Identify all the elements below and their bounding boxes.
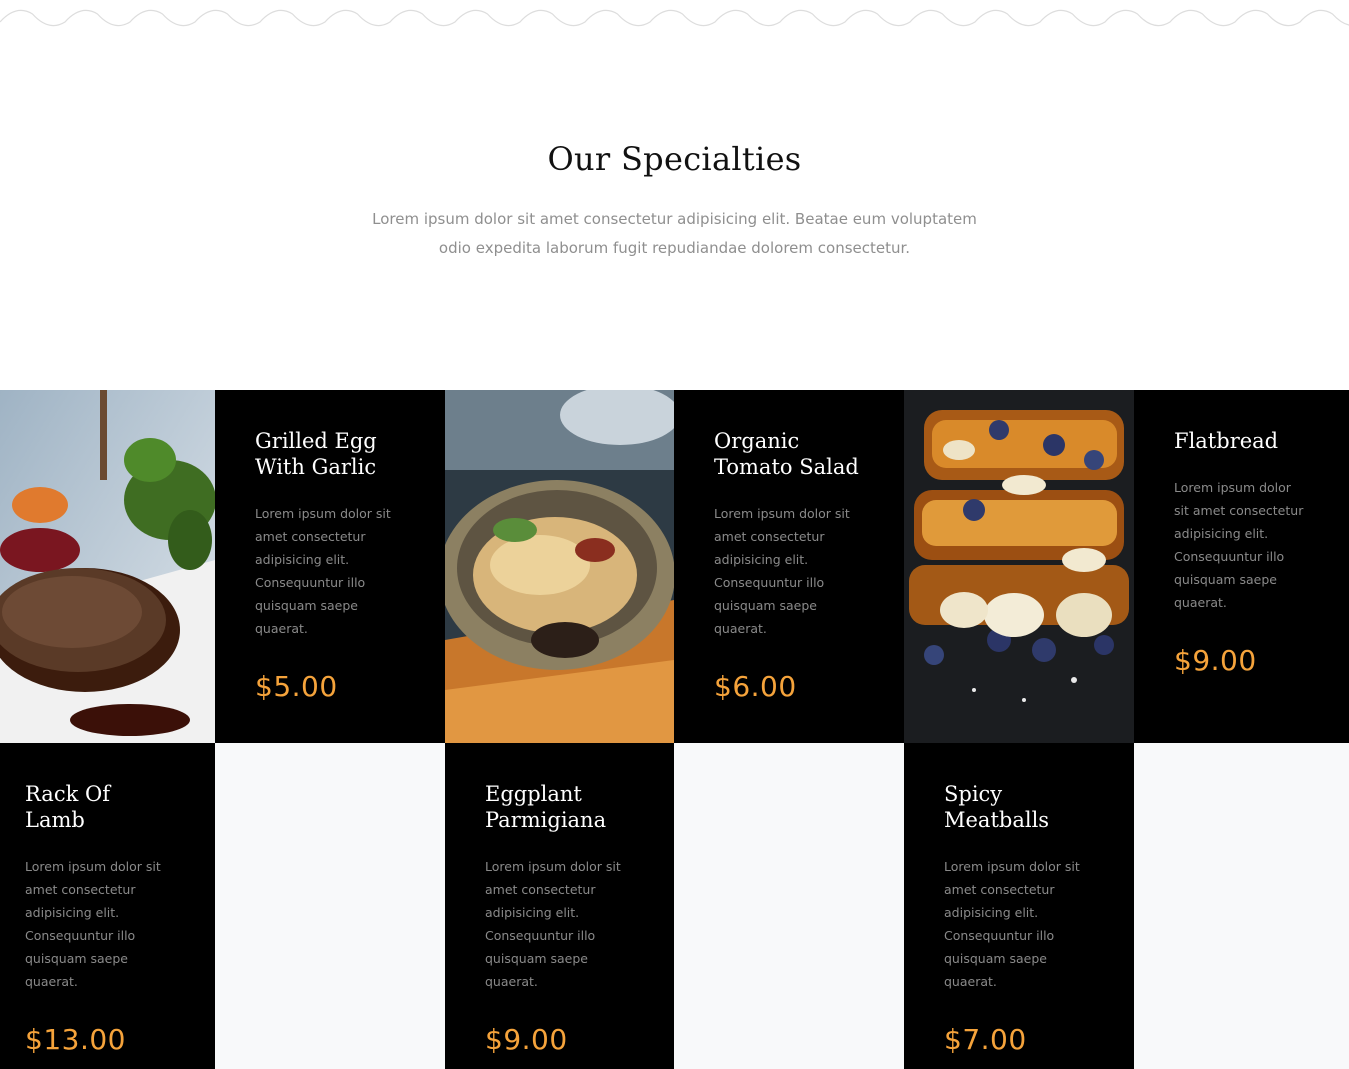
- dish-name: Rack Of Lamb: [25, 782, 110, 832]
- dish-price: $6.00: [714, 670, 797, 703]
- dish-description: Lorem ipsum dolor sit amet consectetur a…: [1174, 480, 1304, 610]
- section-title: Our Specialties: [547, 140, 802, 178]
- dish-photo-pasta: [445, 390, 674, 743]
- dish-description: Lorem ipsum dolor sit amet consectetur a…: [255, 506, 391, 636]
- dish-name: Flatbread: [1174, 429, 1279, 453]
- dish-price: $7.00: [944, 1023, 1027, 1056]
- dish-description: Lorem ipsum dolor sit amet consectetur a…: [25, 859, 161, 989]
- dish-price: $5.00: [255, 670, 338, 703]
- dish-card-organic-tomato-salad[interactable]: Organic Tomato Salad Lorem ipsum dolor si…: [674, 390, 904, 743]
- dish-description: Lorem ipsum dolor sit amet consectetur a…: [714, 506, 850, 636]
- dish-description: Lorem ipsum dolor sit amet consectetur a…: [485, 859, 621, 989]
- dish-description: Lorem ipsum dolor sit amet consectetur a…: [944, 859, 1080, 989]
- dish-name: Spicy Meatballs: [944, 782, 1050, 832]
- wave-divider: [0, 9, 1349, 27]
- image-placeholder: [674, 743, 904, 1069]
- dish-photo-french-toast: [904, 390, 1134, 743]
- dish-price: $9.00: [485, 1023, 568, 1056]
- dish-name: Eggplant Parmigiana: [485, 782, 607, 832]
- dish-card-grilled-egg[interactable]: Grilled Egg With Garlic Lorem ipsum dolor…: [215, 390, 445, 743]
- dish-price: $9.00: [1174, 644, 1257, 677]
- dish-card-rack-of-lamb[interactable]: Rack Of Lamb Lorem ipsum dolor sit amet …: [0, 743, 215, 1069]
- dish-card-flatbread[interactable]: Flatbread Lorem ipsum dolor sit amet con…: [1134, 390, 1349, 743]
- dish-photo-steak: [0, 390, 215, 743]
- specialties-grid: Grilled Egg With Garlic Lorem ipsum dolor…: [0, 390, 1349, 1069]
- section-subtitle: Lorem ipsum dolor sit amet consectetur a…: [372, 210, 977, 257]
- image-placeholder: [215, 743, 445, 1069]
- image-placeholder: [1134, 743, 1349, 1069]
- dish-card-spicy-meatballs[interactable]: Spicy Meatballs Lorem ipsum dolor sit ame…: [904, 743, 1134, 1069]
- dish-price: $13.00: [25, 1023, 126, 1056]
- dish-card-eggplant-parmigiana[interactable]: Eggplant Parmigiana Lorem ipsum dolor sit…: [445, 743, 674, 1069]
- dish-name: Grilled Egg With Garlic: [255, 429, 377, 479]
- dish-name: Organic Tomato Salad: [714, 429, 859, 479]
